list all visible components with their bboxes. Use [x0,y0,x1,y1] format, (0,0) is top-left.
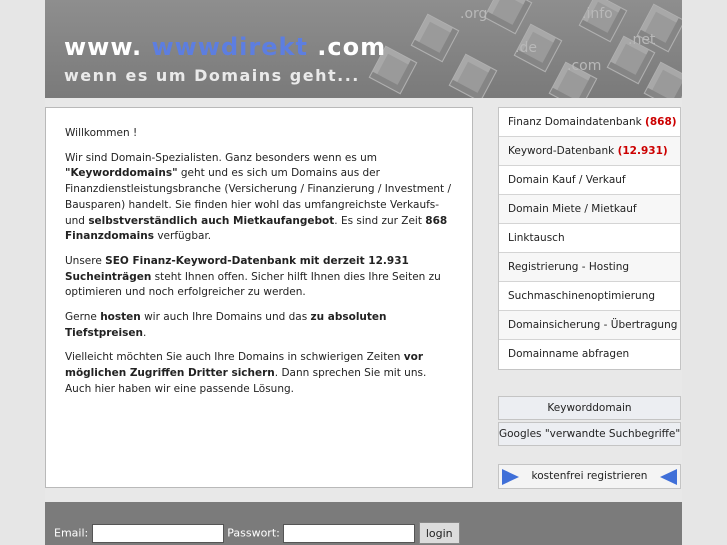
text: Wir sind Domain-Spezialisten. Ganz beson… [65,151,378,164]
site-header: .org .info .net .de .com www. wwwdirekt … [45,0,682,98]
keyworddomain-link[interactable]: Keyworddomain [498,396,681,420]
left-background-strip [0,0,45,545]
nav-item-domainsicherung[interactable]: Domainsicherung - Übertragung [499,311,680,340]
sidebar-nav: Finanz Domaindatenbank (868) Keyword-Dat… [498,107,681,370]
nav-item-suchmaschinenoptimierung[interactable]: Suchmaschinenoptimierung [499,282,680,311]
password-input[interactable] [283,523,416,543]
nav-item-domain-kauf[interactable]: Domain Kauf / Verkauf [499,166,680,195]
register-label: kostenfrei registrieren [531,470,648,482]
text: Unsere [65,254,106,267]
title-accent: wwwdirekt [151,33,308,61]
cube-decoration [643,61,682,98]
greeting: Willkommen ! [65,127,138,139]
emphasis: selbstverständlich auch Mietkaufangebot [88,214,335,227]
emphasis: hosten [100,311,141,324]
nav-label: Suchmaschinenoptimierung [508,290,656,302]
nav-label: Registrierung - Hosting [508,261,630,273]
nav-label: Domain Kauf / Verkauf [508,174,626,186]
nav-label: Domain Miete / Mietkauf [508,203,637,215]
tld-label: .net [628,32,656,48]
nav-count: (12.931) [617,145,668,157]
email-input[interactable] [91,523,224,543]
nav-label: Linktausch [508,232,565,244]
tld-label: .com [567,58,602,74]
google-related-link[interactable]: Googles "verwandte Suchbegriffe" [498,422,681,446]
nav-item-finanz-domaindatenbank[interactable]: Finanz Domaindatenbank (868) [499,108,680,137]
seo-paragraph: Unsere SEO Finanz-Keyword-Datenbank mit … [65,254,454,301]
cube-decoration [448,53,498,98]
site-title: www. wwwdirekt .com [64,33,386,61]
emphasis: "Keyworddomains" [65,167,178,180]
email-label: Email: [54,526,89,540]
nav-label: Domainsicherung - Übertragung [508,319,678,331]
title-prefix: www. [64,33,152,61]
nav-item-keyword-datenbank[interactable]: Keyword-Datenbank (12.931) [499,137,680,166]
login-bar: Email: Passwort: login [45,502,682,545]
text: Gerne [65,311,101,324]
nav-item-linktausch[interactable]: Linktausch [499,224,680,253]
text: verfügbar. [154,230,212,243]
site-subtitle: wenn es um Domains geht... [64,66,360,85]
tld-label: .info [582,6,613,22]
register-button[interactable]: kostenfrei registrieren [498,464,681,489]
intro-paragraph: Wir sind Domain-Spezialisten. Ganz beson… [65,151,454,245]
nav-item-domainname-abfragen[interactable]: Domainname abfragen [499,340,680,369]
nav-count: (868) [645,116,677,128]
cube-decoration [483,0,533,35]
cube-decoration [410,13,460,63]
text: . [142,326,147,339]
nav-label: Finanz Domaindatenbank [508,116,642,128]
text: wir auch Ihre Domains und das [140,311,311,324]
login-button[interactable]: login [418,522,460,544]
security-paragraph: Vielleicht möchten Sie auch Ihre Domains… [65,350,454,397]
title-suffix: .com [307,33,387,61]
text: Vielleicht möchten Sie auch Ihre Domains… [65,351,404,364]
main-content: Willkommen ! Wir sind Domain-Spezialiste… [45,107,473,488]
nav-item-registrierung-hosting[interactable]: Registrierung - Hosting [499,253,680,282]
hosting-paragraph: Gerne hosten wir auch Ihre Domains und d… [65,310,454,341]
nav-item-domain-miete[interactable]: Domain Miete / Mietkauf [499,195,680,224]
nav-label: Domainname abfragen [508,348,630,360]
tld-label: .org [460,6,488,22]
arrow-left-icon [660,469,677,485]
tld-label: .de [515,40,537,56]
login-form: Email: Passwort: login [54,522,460,544]
password-label: Passwort: [227,526,280,540]
nav-label: Keyword-Datenbank [508,145,615,157]
right-background-strip [682,0,727,545]
text: . Es sind zur Zeit [334,214,426,227]
arrow-right-icon [502,469,519,485]
